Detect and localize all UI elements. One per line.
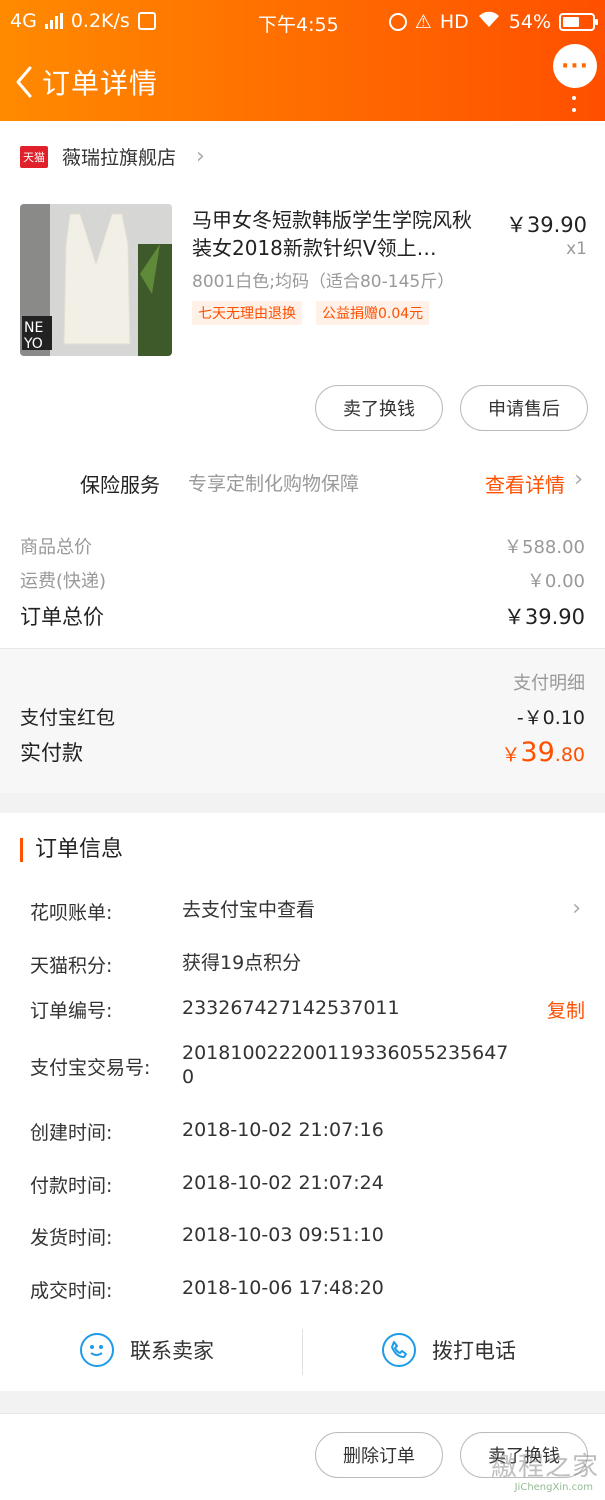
after-sale-button[interactable]: 申请售后 (460, 385, 588, 431)
shop-row[interactable]: 天猫 薇瑞拉旗舰店 › (20, 143, 205, 170)
contact-seller-label: 联系卖家 (130, 1339, 214, 1363)
insurance-desc: 专享定制化购物保障 (188, 473, 360, 495)
alarm-icon (388, 12, 407, 31)
order-number-label: 订单编号: (30, 1000, 113, 1022)
signal-icon (44, 13, 63, 29)
points-value: 获得19点积分 (182, 952, 302, 974)
deal-time-value: 2018-10-06 17:48:20 (182, 1277, 384, 1299)
battery-level: 54% (508, 10, 551, 33)
payment-detail-box: 支付明细 支付宝红包 -￥0.10 实付款 ￥39.80 (0, 648, 605, 793)
order-total-value: ￥39.90 (503, 605, 585, 629)
phone-icon (382, 1333, 416, 1367)
goods-total-row: 商品总价 ￥588.00 (20, 533, 585, 559)
alipay-tx-label: 支付宝交易号: (30, 1057, 151, 1079)
chevron-right-icon: › (572, 896, 581, 921)
more-menu-button[interactable]: ··· (553, 44, 597, 88)
chevron-right-icon: › (574, 467, 583, 492)
goods-total-value: ￥588.00 (504, 537, 585, 558)
hd-badge: HD (439, 10, 469, 33)
chevron-right-icon: › (196, 144, 205, 169)
order-summary-card: 天猫 薇瑞拉旗舰店 › NE YO 马甲女冬短款韩版学生学院风秋装女2018新款… (0, 121, 605, 793)
menu-dots-icon[interactable] (571, 84, 577, 120)
call-phone-button[interactable]: 拨打电话 (382, 1333, 516, 1367)
insurance-detail-link[interactable]: 查看详情 (485, 469, 565, 498)
actual-paid-dec: .80 (554, 744, 585, 766)
insurance-title: 保险服务 (80, 473, 160, 497)
product-price: ￥39.90 (505, 213, 587, 237)
more-dots-icon: ··· (560, 53, 590, 79)
image-text-2: YO (23, 336, 43, 352)
paid-time-label: 付款时间: (30, 1175, 113, 1197)
shipped-time-label: 发货时间: (30, 1227, 113, 1249)
huabei-value: 去支付宝中查看 (182, 899, 316, 921)
redpacket-value: -￥0.10 (516, 707, 585, 729)
product-tags: 七天无理由退换 公益捐赠0.04元 (192, 301, 430, 325)
paid-time-value: 2018-10-02 21:07:24 (182, 1172, 384, 1194)
payment-detail-header: 支付明细 (20, 669, 585, 695)
redpacket-row: 支付宝红包 -￥0.10 (20, 703, 585, 730)
chat-icon (80, 1333, 114, 1367)
order-number-value: 233267427142537011 (182, 997, 400, 1019)
shipping-row: 运费(快递) ￥0.00 (20, 567, 585, 593)
tmall-icon: 天猫 (20, 145, 48, 168)
clock: 下午4:55 (258, 14, 339, 36)
actual-paid-row: 实付款 ￥39.80 (20, 737, 585, 768)
watermark-url: JiChengXin.com (514, 1482, 593, 1493)
mute-icon: ⚠ (414, 10, 432, 33)
alipay-tx-value-line1: 201810022200119336055235647 (182, 1042, 509, 1064)
watermark-text: 繳程之家 (490, 1452, 599, 1482)
shipped-time-value: 2018-10-03 09:51:10 (182, 1224, 384, 1246)
shipping-value: ￥0.00 (526, 571, 585, 592)
actual-paid-int: 39 (520, 737, 555, 768)
actual-paid-label: 实付款 (20, 741, 83, 765)
tag-charity: 公益捐赠0.04元 (316, 301, 430, 325)
battery-icon (559, 12, 598, 31)
points-label: 天猫积分: (30, 955, 113, 977)
wifi-icon (477, 10, 501, 33)
product-sku: 8001白色;均码（适合80-145斤） (192, 272, 455, 292)
shop-name: 薇瑞拉旗舰店 (62, 147, 177, 169)
payment-detail-label: 支付明细 (513, 673, 585, 694)
page-title: 订单详情 (42, 67, 159, 100)
insurance-row[interactable]: 保险服务 专享定制化购物保障 查看详情 › (0, 461, 605, 505)
alipay-tx-value: 201810022200119336055235647 0 (182, 1041, 512, 1089)
contact-seller-button[interactable]: 联系卖家 (80, 1333, 214, 1367)
product-quantity: x1 (566, 239, 587, 259)
created-time-value: 2018-10-02 21:07:16 (182, 1119, 384, 1141)
order-info-card: 订单信息 花呗账单: 去支付宝中查看 › 天猫积分: 获得19点积分 订单编号:… (0, 813, 605, 1391)
divider (302, 1329, 303, 1375)
network-speed: 0.2K/s (70, 10, 130, 32)
notification-icon (137, 12, 156, 30)
product-title[interactable]: 马甲女冬短款韩版学生学院风秋装女2018新款针织V领上… (192, 206, 482, 262)
redpacket-label: 支付宝红包 (20, 707, 116, 729)
created-time-label: 创建时间: (30, 1122, 113, 1144)
delete-order-button[interactable]: 删除订单 (315, 1432, 443, 1478)
order-total-row: 订单总价 ￥39.90 (20, 601, 585, 631)
sell-exchange-button[interactable]: 卖了换钱 (315, 385, 443, 431)
alipay-tx-value-line2: 0 (182, 1066, 195, 1088)
shipping-label: 运费(快递) (20, 571, 107, 592)
back-icon[interactable] (10, 62, 40, 102)
tag-return: 七天无理由退换 (192, 301, 302, 325)
deal-time-label: 成交时间: (30, 1280, 113, 1302)
call-phone-label: 拨打电话 (432, 1339, 516, 1363)
actual-paid-currency: ￥ (501, 744, 521, 766)
order-info-title: 订单信息 (20, 838, 123, 862)
network-type: 4G (10, 10, 37, 32)
copy-button[interactable]: 复制 (547, 996, 585, 1023)
product-image[interactable]: NE YO (20, 204, 172, 356)
actual-paid-value: ￥39.80 (501, 737, 585, 768)
contact-bar: 联系卖家 拨打电话 (0, 1323, 605, 1383)
status-bar: 4G 0.2K/s 下午4:55 ⚠ HD 54% (0, 8, 605, 36)
order-total-label: 订单总价 (20, 605, 104, 629)
huabei-label: 花呗账单: (30, 902, 113, 924)
image-text-1: NE (24, 320, 43, 336)
app-header: 4G 0.2K/s 下午4:55 ⚠ HD 54% 订单详情 ··· (0, 0, 605, 121)
goods-total-label: 商品总价 (20, 537, 92, 558)
nav-bar: 订单详情 ··· (0, 44, 605, 112)
